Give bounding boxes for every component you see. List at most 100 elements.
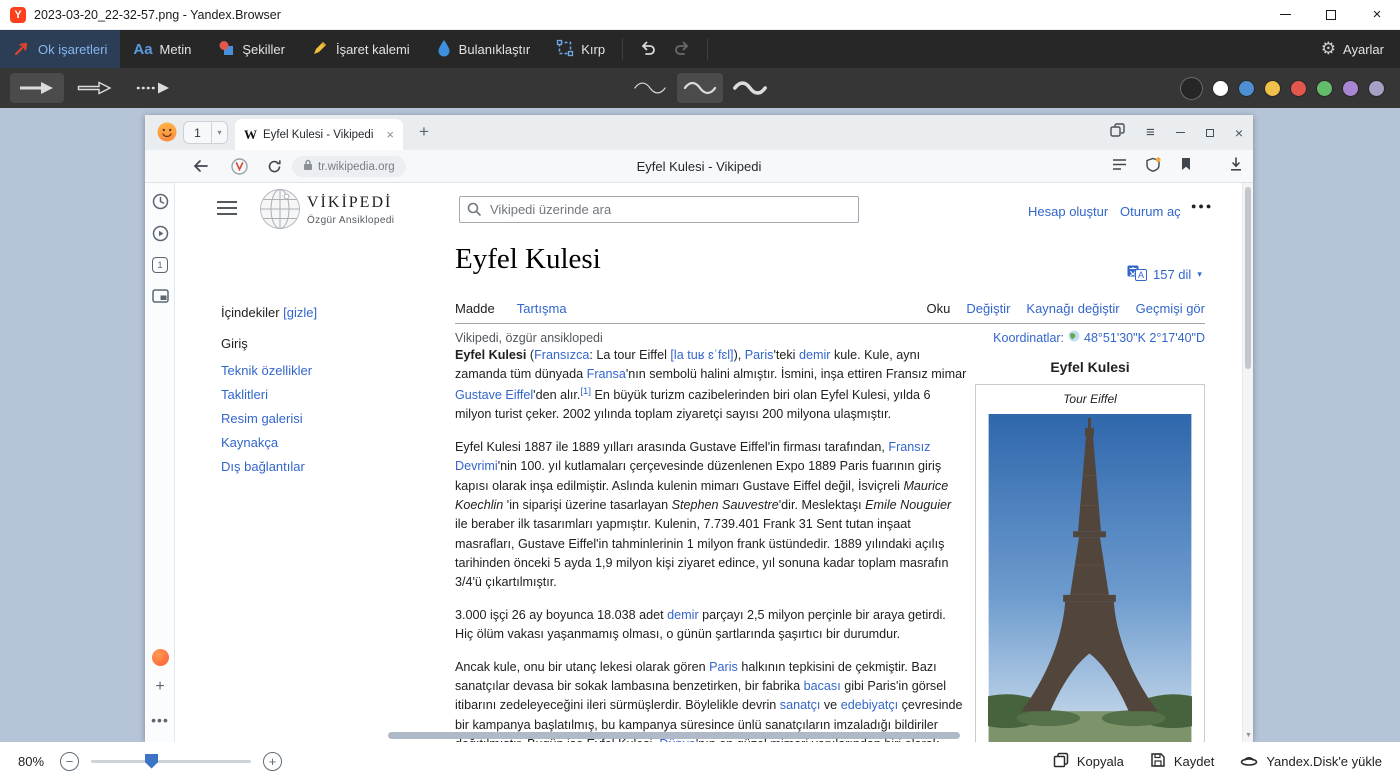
language-selector[interactable]: A 157 dil ▾ xyxy=(1127,265,1202,284)
tab-edit-source[interactable]: Kaynağı değiştir xyxy=(1026,301,1119,316)
color-swatch-blue[interactable] xyxy=(1239,81,1254,96)
tab-close-icon[interactable]: × xyxy=(386,127,394,142)
search-icon xyxy=(467,202,482,222)
tabs-panel-icon[interactable]: 1 xyxy=(145,257,175,273)
svg-text:A: A xyxy=(1138,270,1144,280)
color-swatch-yellow[interactable] xyxy=(1265,81,1280,96)
tool-blur[interactable]: Bulanıklaştır xyxy=(423,30,544,68)
close-button[interactable]: × xyxy=(1354,0,1400,29)
screenshot-panel-icon[interactable] xyxy=(145,289,175,303)
create-account-link[interactable]: Hesap oluştur xyxy=(1028,204,1108,219)
canvas-horizontal-scrollbar[interactable] xyxy=(388,732,960,739)
maximize-button[interactable] xyxy=(1308,0,1354,29)
color-swatch-black[interactable] xyxy=(1181,78,1202,99)
tab-history[interactable]: Geçmişi gör xyxy=(1136,301,1205,316)
window-controls: × xyxy=(1262,0,1400,29)
coordinates[interactable]: Koordinatlar: 48°51'30"K 2°17'40"D xyxy=(993,330,1205,345)
main-menu-icon[interactable] xyxy=(217,201,237,215)
toolbar-separator xyxy=(622,38,623,60)
sidebar-add-icon[interactable]: + xyxy=(145,678,175,696)
stroke-medium[interactable] xyxy=(677,73,723,103)
minimize-button[interactable] xyxy=(1262,0,1308,29)
tab-edit[interactable]: Değiştir xyxy=(966,301,1010,316)
browser-tab-active[interactable]: W Eyfel Kulesi - Vikipedi × xyxy=(235,119,403,150)
settings-button[interactable]: ⚙ Ayarlar xyxy=(1305,30,1400,68)
address-bar[interactable]: tr.wikipedia.org xyxy=(292,156,406,177)
reader-mode-icon[interactable] xyxy=(1112,158,1127,176)
color-swatch-green[interactable] xyxy=(1317,81,1332,96)
new-tab-button[interactable]: + xyxy=(419,122,429,142)
article-body: Eyfel Kulesi (Fransızca: La tour Eiffel … xyxy=(455,346,967,742)
video-play-icon[interactable] xyxy=(145,225,175,242)
zoom-slider-track xyxy=(91,760,251,763)
undo-redo-group xyxy=(627,30,703,68)
tab-counter[interactable]: 1 ▾ xyxy=(183,121,228,144)
tool-marker[interactable]: İşaret kalemi xyxy=(298,30,423,68)
toc-hide-link[interactable]: [gizle] xyxy=(283,305,317,320)
color-swatch-purple[interactable] xyxy=(1343,81,1358,96)
browser-close-button[interactable]: × xyxy=(1235,125,1243,141)
browser-maximize-button[interactable] xyxy=(1206,129,1214,137)
zoom-in-button[interactable]: + xyxy=(263,752,282,771)
page-scrollbar[interactable]: ▼ xyxy=(1242,183,1253,742)
tool-text[interactable]: Aa Metin xyxy=(120,30,204,68)
bookmark-icon[interactable] xyxy=(1180,157,1192,176)
zoom-slider-handle[interactable] xyxy=(145,754,158,769)
toc-item-taklitleri[interactable]: Taklitleri xyxy=(221,387,431,402)
download-icon[interactable] xyxy=(1229,157,1243,176)
login-link[interactable]: Oturum aç xyxy=(1120,204,1181,219)
toc-item-galeri[interactable]: Resim galerisi xyxy=(221,411,431,426)
browser-navbar: Eyfel Kulesi - Vikipedi tr.wikipedia.org xyxy=(145,150,1253,183)
back-icon[interactable] xyxy=(193,159,209,178)
settings-label: Ayarlar xyxy=(1343,42,1384,57)
alice-icon[interactable] xyxy=(145,649,175,666)
tool-arrows[interactable]: Ok işaretleri xyxy=(0,30,120,68)
tool-shapes[interactable]: Şekiller xyxy=(204,30,298,68)
tab-talk[interactable]: Tartışma xyxy=(517,301,567,316)
tab-panels-icon[interactable] xyxy=(1110,123,1125,142)
zoom-out-button[interactable]: − xyxy=(60,752,79,771)
arrow-style-outline[interactable] xyxy=(68,73,122,103)
stroke-thin[interactable] xyxy=(627,73,673,103)
arrow-style-dotted[interactable] xyxy=(126,73,180,103)
profile-avatar[interactable] xyxy=(157,122,177,147)
scrollbar-down-icon[interactable]: ▼ xyxy=(1243,729,1253,741)
yandex-services-icon[interactable] xyxy=(231,158,248,180)
redo-button[interactable] xyxy=(673,39,691,60)
chevron-down-icon: ▾ xyxy=(1197,269,1202,280)
gear-icon: ⚙ xyxy=(1321,39,1336,59)
editor-canvas[interactable]: 1 ▾ W Eyfel Kulesi - Vikipedi × + ≡ × xyxy=(0,108,1400,742)
tab-article[interactable]: Madde xyxy=(455,301,495,316)
upload-disk-button[interactable]: Yandex.Disk'e yükle xyxy=(1240,752,1382,771)
wikipedia-wordmark[interactable]: VİKİPEDİ Özgür Ansiklopedi xyxy=(307,194,394,226)
protect-shield-icon[interactable] xyxy=(1146,157,1161,177)
tab-read[interactable]: Oku xyxy=(926,301,950,316)
coordinates-value: 48°51'30"K 2°17'40"D xyxy=(1084,331,1205,345)
color-swatch-white[interactable] xyxy=(1213,81,1228,96)
sidebar-more-icon[interactable]: ••• xyxy=(145,712,175,728)
save-button[interactable]: Kaydet xyxy=(1150,752,1214,771)
history-clock-icon[interactable] xyxy=(145,193,175,210)
toc-item-baglantilar[interactable]: Dış bağlantılar xyxy=(221,459,431,474)
undo-button[interactable] xyxy=(639,39,657,60)
browser-minimize-button[interactable] xyxy=(1176,132,1185,133)
scrollbar-thumb[interactable] xyxy=(1245,187,1251,369)
yandex-logo-icon: Y xyxy=(10,7,26,23)
toc-item-teknik[interactable]: Teknik özellikler xyxy=(221,363,431,378)
marker-tool-icon xyxy=(311,39,329,60)
browser-menu-icon[interactable]: ≡ xyxy=(1146,124,1155,141)
zoom-slider[interactable] xyxy=(91,752,251,771)
tool-crop[interactable]: Kırp xyxy=(543,30,618,68)
reload-icon[interactable] xyxy=(267,159,282,179)
tab-list-chevron-icon[interactable]: ▾ xyxy=(211,122,227,143)
color-swatch-red[interactable] xyxy=(1291,81,1306,96)
copy-button[interactable]: Kopyala xyxy=(1053,752,1124,771)
header-more-icon[interactable]: ●●● xyxy=(1191,201,1213,211)
stroke-thick[interactable] xyxy=(727,73,773,103)
search-input[interactable] xyxy=(459,196,859,223)
color-swatch-gray[interactable] xyxy=(1369,81,1384,96)
toc-item-giris[interactable]: Giriş xyxy=(221,336,431,351)
arrow-style-solid[interactable] xyxy=(10,73,64,103)
toc-item-kaynakca[interactable]: Kaynakça xyxy=(221,435,431,450)
wikipedia-globe-logo[interactable] xyxy=(259,188,301,235)
